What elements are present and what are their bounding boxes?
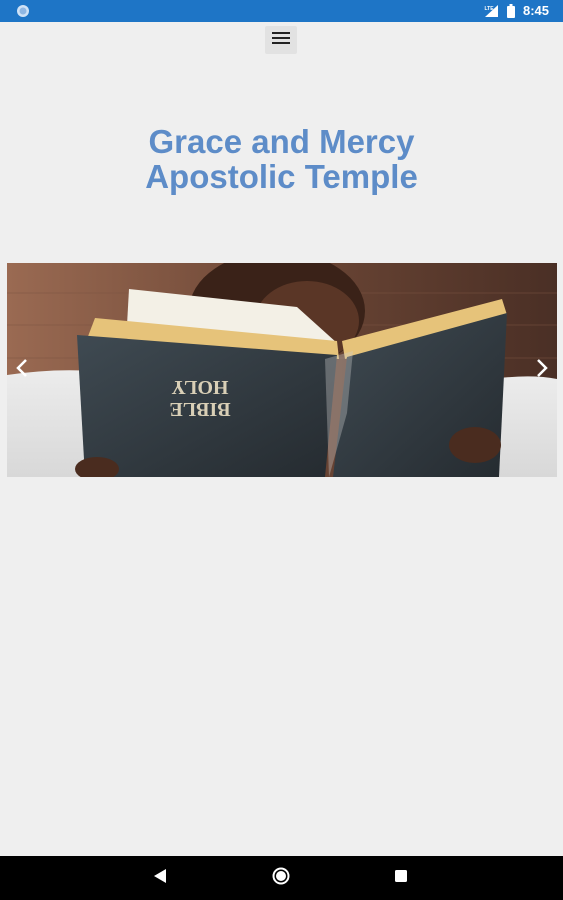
signal-icon: LTE (483, 4, 499, 18)
carousel-next-button[interactable] (531, 355, 553, 385)
chevron-right-icon (536, 358, 548, 383)
app-notification-icon (16, 4, 30, 18)
home-icon (272, 867, 290, 890)
image-carousel[interactable]: HOLY BIBLE (7, 263, 557, 477)
svg-text:LTE: LTE (484, 6, 494, 12)
hamburger-menu-button[interactable] (265, 26, 297, 54)
book-text-line1: HOLY (171, 376, 229, 398)
back-button[interactable] (148, 866, 172, 890)
recents-button[interactable] (389, 866, 413, 890)
site-title-line1: Grace and Mercy (148, 123, 415, 160)
recents-icon (394, 869, 408, 888)
back-icon (153, 868, 167, 889)
carousel-slide-image: HOLY BIBLE (7, 263, 557, 477)
status-time: 8:45 (522, 3, 549, 18)
page-content: Grace and Mercy Apostolic Temple HOLY BI… (0, 22, 563, 856)
chevron-left-icon (16, 358, 28, 383)
book-text-line2: BIBLE (169, 398, 230, 420)
carousel-prev-button[interactable] (11, 355, 33, 385)
home-button[interactable] (269, 866, 293, 890)
site-title: Grace and Mercy Apostolic Temple (0, 124, 563, 194)
status-right-group: LTE 8:45 (483, 3, 549, 18)
site-title-line2: Apostolic Temple (145, 158, 418, 195)
battery-icon (506, 3, 515, 18)
system-nav-bar (0, 856, 563, 900)
status-bar: LTE 8:45 (0, 0, 563, 22)
hamburger-menu-icon (272, 31, 290, 50)
